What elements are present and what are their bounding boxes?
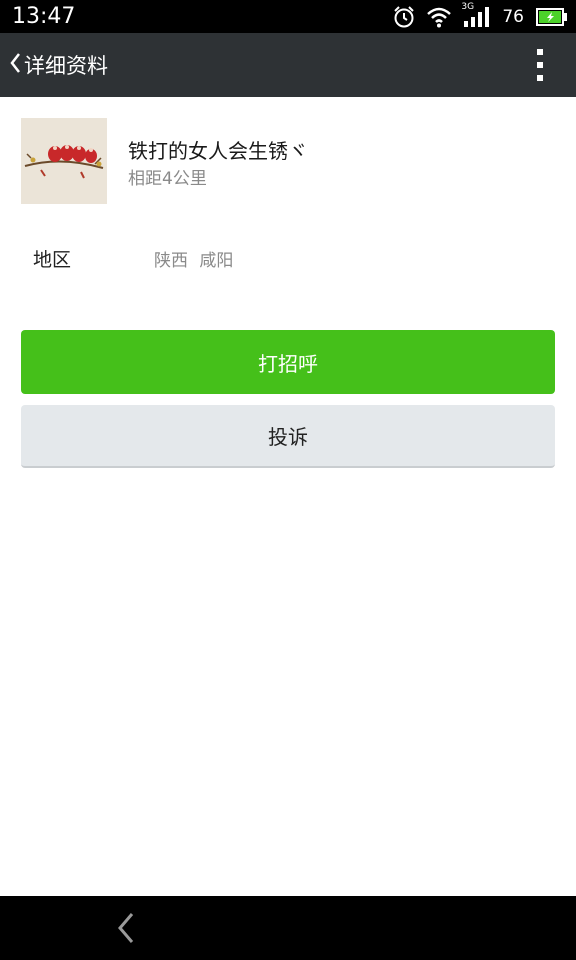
alarm-icon [392, 5, 416, 29]
signal-icon: 3G [461, 2, 492, 29]
nav-back-icon[interactable] [112, 910, 142, 946]
status-icons: 3G 76 [392, 2, 568, 31]
status-time: 13:47 [12, 4, 76, 29]
report-button[interactable]: 投诉 [21, 405, 555, 468]
status-bar: 13:47 3G 76 [0, 0, 576, 33]
battery-level: 76 [502, 7, 524, 27]
navigation-bar [0, 896, 576, 960]
chevron-left-icon [8, 51, 22, 79]
back-button[interactable]: 详细资料 [8, 33, 108, 97]
more-options-button[interactable] [534, 49, 546, 81]
network-type: 3G [461, 2, 475, 12]
region-value: 陕西 咸阳 [154, 251, 234, 271]
more-vertical-icon [537, 49, 543, 55]
profile-distance: 相距4公里 [128, 169, 207, 189]
app-bar: 详细资料 [0, 33, 576, 97]
region-label: 地区 [33, 249, 72, 271]
avatar[interactable] [21, 118, 107, 204]
say-hello-button[interactable]: 打招呼 [21, 330, 555, 394]
wifi-icon [426, 6, 452, 28]
profile-nickname: 铁打的女人会生锈ヾ [128, 139, 308, 163]
battery-icon [536, 8, 568, 26]
page-title: 详细资料 [24, 54, 108, 78]
